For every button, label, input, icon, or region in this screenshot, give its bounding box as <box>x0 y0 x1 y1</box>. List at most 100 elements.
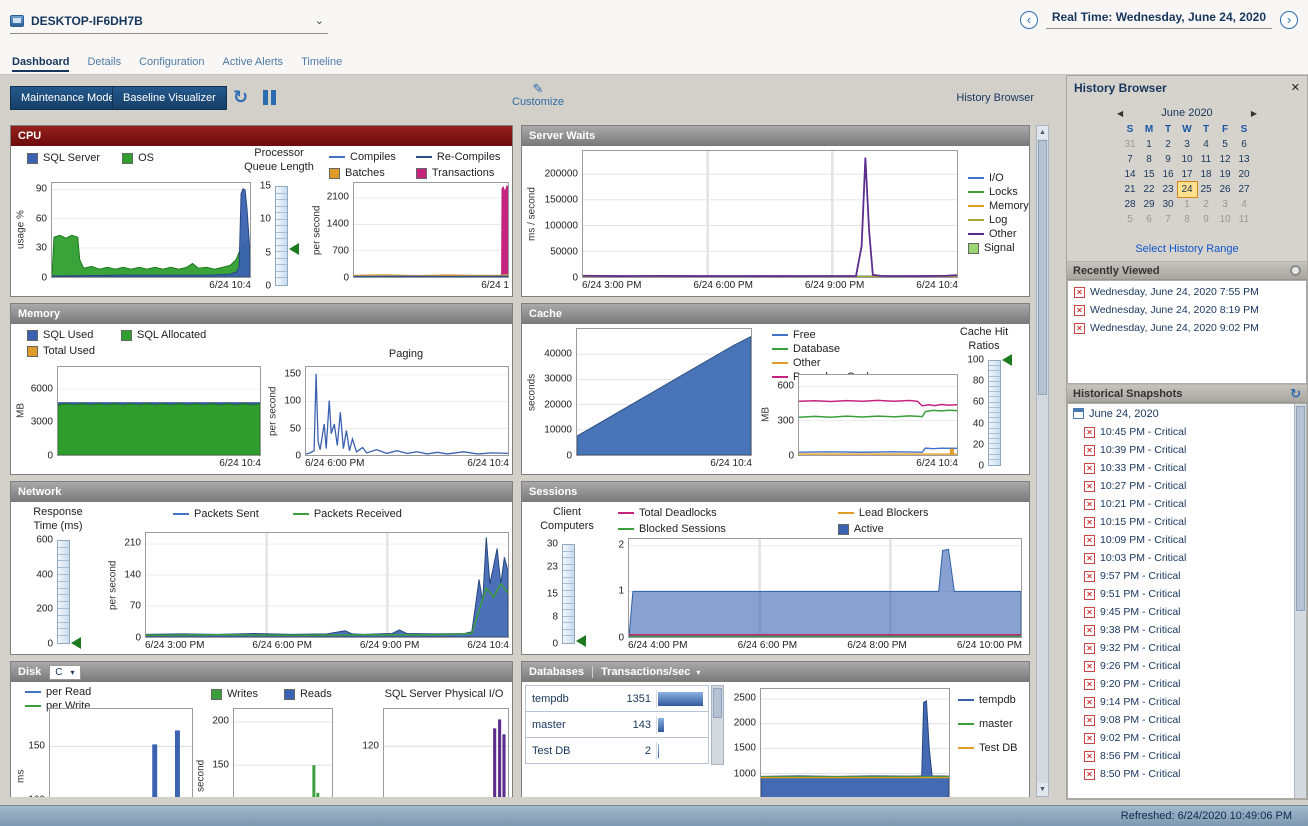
baseline-visualizer-button[interactable]: Baseline Visualizer <box>112 86 227 110</box>
tab-details[interactable]: Details <box>87 56 121 72</box>
calendar-day[interactable]: 14 <box>1121 167 1140 182</box>
close-icon[interactable]: ✕ <box>1291 81 1300 94</box>
calendar-day[interactable]: 28 <box>1121 197 1140 212</box>
calendar-day[interactable]: 10 <box>1178 152 1197 167</box>
delete-icon[interactable]: ✕ <box>1084 732 1095 744</box>
back-arrow-icon[interactable]: ‹ <box>1019 10 1038 29</box>
tab-dashboard[interactable]: Dashboard <box>12 56 70 72</box>
sessions-panel-header[interactable]: Sessions <box>522 482 1029 502</box>
calendar-day[interactable]: 4 <box>1197 137 1216 152</box>
scroll-thumb[interactable] <box>713 688 722 718</box>
calendar-day[interactable]: 25 <box>1197 182 1216 197</box>
delete-icon[interactable]: ✕ <box>1074 322 1085 334</box>
calendar-day[interactable]: 19 <box>1216 167 1235 182</box>
calendar-day[interactable]: 22 <box>1140 182 1159 197</box>
network-panel-header[interactable]: Network <box>11 482 512 502</box>
tab-active-alerts[interactable]: Active Alerts <box>223 56 284 72</box>
cpu-panel-header[interactable]: CPU <box>11 126 512 146</box>
realtime-label[interactable]: Real Time: Wednesday, June 24, 2020 <box>1045 10 1272 29</box>
database-row[interactable]: master 143 <box>526 712 708 738</box>
list-item[interactable]: ✕ Wednesday, June 24, 2020 7:55 PM <box>1068 283 1306 301</box>
delete-icon[interactable]: ✕ <box>1084 534 1095 546</box>
calendar-day[interactable]: 2 <box>1159 137 1178 152</box>
calendar-day[interactable]: 12 <box>1216 152 1235 167</box>
scroll-down-icon[interactable]: ▼ <box>1037 783 1048 796</box>
calendar-day[interactable]: 1 <box>1140 137 1159 152</box>
calendar-day[interactable]: 8 <box>1140 152 1159 167</box>
list-item[interactable]: ✕ 8:50 PM - Critical <box>1084 765 1293 783</box>
calendar-day[interactable]: 20 <box>1235 167 1254 182</box>
databases-panel-header[interactable]: Databases Transactions/sec ▾ <box>522 662 1029 682</box>
refresh-icon[interactable]: ↻ <box>1290 386 1301 402</box>
calendar-day[interactable]: 7 <box>1121 152 1140 167</box>
delete-icon[interactable]: ✕ <box>1084 588 1095 600</box>
delete-icon[interactable]: ✕ <box>1084 552 1095 564</box>
delete-icon[interactable]: ✕ <box>1084 426 1095 438</box>
list-item[interactable]: ✕ 10:39 PM - Critical <box>1084 441 1293 459</box>
calendar-day[interactable]: 11 <box>1197 152 1216 167</box>
list-item[interactable]: ✕ 10:15 PM - Critical <box>1084 513 1293 531</box>
list-item[interactable]: ✕ 9:14 PM - Critical <box>1084 693 1293 711</box>
calendar-day[interactable]: 17 <box>1178 167 1197 182</box>
list-item[interactable]: ✕ 10:03 PM - Critical <box>1084 549 1293 567</box>
calendar-day[interactable]: 3 <box>1216 197 1235 212</box>
calendar-day[interactable]: 21 <box>1121 182 1140 197</box>
delete-icon[interactable]: ✕ <box>1084 444 1095 456</box>
maintenance-mode-button[interactable]: Maintenance Mode <box>10 86 126 110</box>
delete-icon[interactable]: ✕ <box>1084 624 1095 636</box>
list-item[interactable]: ✕ 9:20 PM - Critical <box>1084 675 1293 693</box>
tab-timeline[interactable]: Timeline <box>301 56 342 72</box>
delete-icon[interactable]: ✕ <box>1084 462 1095 474</box>
calendar-day[interactable]: 13 <box>1235 152 1254 167</box>
cache-panel-header[interactable]: Cache <box>522 304 1029 324</box>
calendar-day[interactable]: 7 <box>1159 212 1178 227</box>
list-item[interactable]: ✕ 9:51 PM - Critical <box>1084 585 1293 603</box>
pause-icon[interactable] <box>263 90 276 105</box>
history-browser-label[interactable]: History Browser <box>956 92 1034 104</box>
calendar-day[interactable]: 24 <box>1176 181 1198 198</box>
list-item[interactable]: ✕ 9:32 PM - Critical <box>1084 639 1293 657</box>
calendar-day[interactable]: 30 <box>1159 197 1178 212</box>
scroll-thumb[interactable] <box>1038 140 1047 395</box>
database-row[interactable]: tempdb 1351 <box>526 686 708 712</box>
calendar-day[interactable]: 5 <box>1216 137 1235 152</box>
list-item[interactable]: ✕ 10:45 PM - Critical <box>1084 423 1293 441</box>
calendar-day[interactable]: 18 <box>1197 167 1216 182</box>
delete-icon[interactable]: ✕ <box>1084 714 1095 726</box>
snapshot-date-row[interactable]: June 24, 2020 <box>1068 404 1306 423</box>
calendar-day[interactable]: 4 <box>1235 197 1254 212</box>
list-item[interactable]: ✕ 8:56 PM - Critical <box>1084 747 1293 765</box>
delete-icon[interactable]: ✕ <box>1084 642 1095 654</box>
delete-icon[interactable]: ✕ <box>1084 696 1095 708</box>
metric-selector[interactable]: Transactions/sec ▾ <box>601 666 700 678</box>
delete-icon[interactable]: ✕ <box>1084 768 1095 780</box>
list-item[interactable]: ✕ 10:21 PM - Critical <box>1084 495 1293 513</box>
customize-button[interactable]: ✎ Customize <box>512 81 564 108</box>
tab-configuration[interactable]: Configuration <box>139 56 204 72</box>
calendar-day[interactable]: 3 <box>1178 137 1197 152</box>
calendar-day[interactable]: 2 <box>1197 197 1216 212</box>
memory-panel-header[interactable]: Memory <box>11 304 512 324</box>
calendar-day[interactable]: 31 <box>1121 137 1140 152</box>
drive-selector[interactable]: C ▾ <box>49 664 81 680</box>
list-item[interactable]: ✕ Wednesday, June 24, 2020 8:19 PM <box>1068 301 1306 319</box>
calendar-day[interactable]: 6 <box>1140 212 1159 227</box>
calendar-day[interactable]: 6 <box>1235 137 1254 152</box>
calendar-day[interactable]: 9 <box>1159 152 1178 167</box>
calendar-day[interactable]: 10 <box>1216 212 1235 227</box>
list-item[interactable]: ✕ 9:57 PM - Critical <box>1084 567 1293 585</box>
list-item[interactable]: ✕ 10:27 PM - Critical <box>1084 477 1293 495</box>
list-item[interactable]: ✕ 10:33 PM - Critical <box>1084 459 1293 477</box>
calendar-day[interactable]: 15 <box>1140 167 1159 182</box>
calendar-day[interactable]: 23 <box>1159 182 1178 197</box>
forward-arrow-icon[interactable]: › <box>1280 10 1298 29</box>
calendar-day[interactable]: 8 <box>1178 212 1197 227</box>
list-item[interactable]: ✕ 10:09 PM - Critical <box>1084 531 1293 549</box>
select-history-range-link[interactable]: Select History Range <box>1067 239 1307 261</box>
disk-panel-header[interactable]: Disk C ▾ <box>11 662 512 682</box>
calendar-day[interactable]: 11 <box>1235 212 1254 227</box>
main-scrollbar[interactable]: ▲ ▼ <box>1036 125 1049 797</box>
calendar-next-icon[interactable]: ▶ <box>1251 109 1257 118</box>
calendar-day[interactable]: 16 <box>1159 167 1178 182</box>
server-selector[interactable]: DESKTOP-IF6DH7B ⌄ <box>10 8 328 34</box>
